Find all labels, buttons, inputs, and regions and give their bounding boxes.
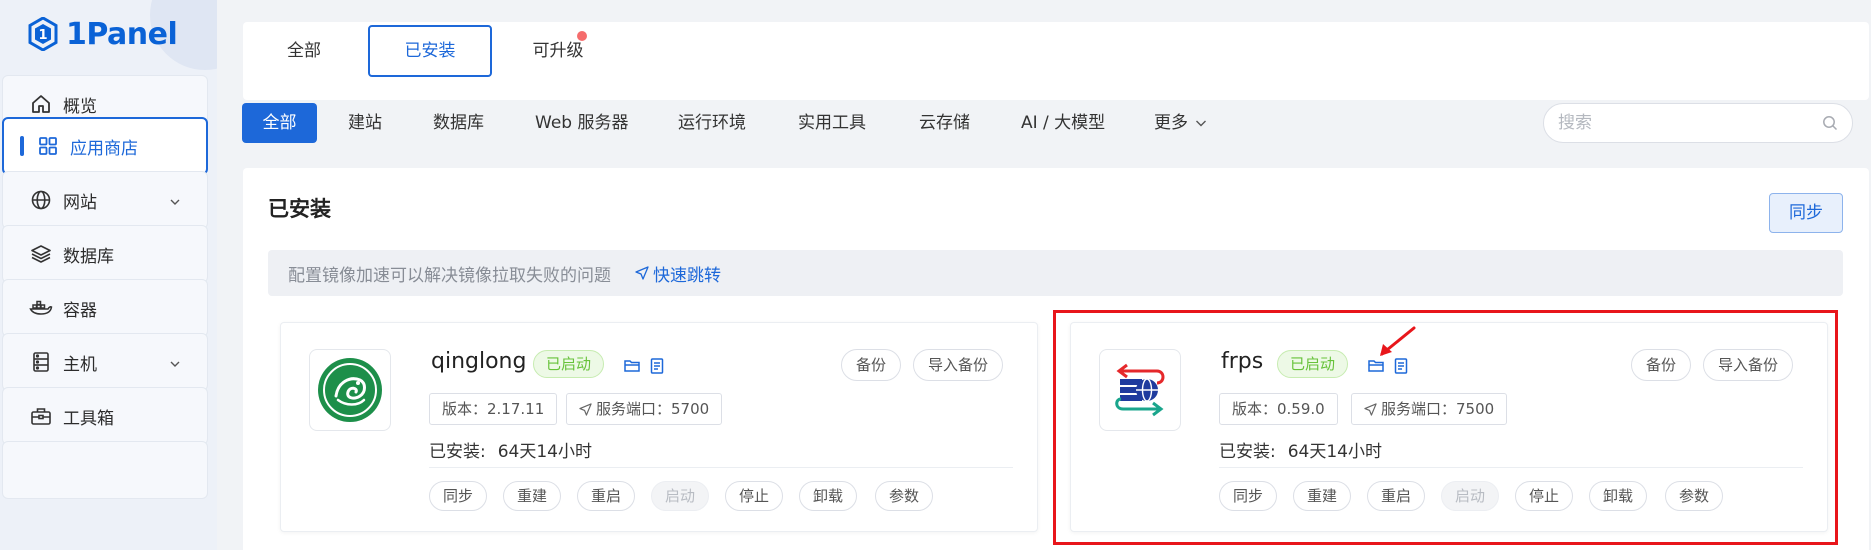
send-icon	[635, 266, 649, 280]
globe-icon	[29, 188, 53, 212]
status-badge: 已启动	[533, 350, 605, 378]
sidebar-item-label: 数据库	[63, 246, 114, 267]
sidebar-item-label: 概览	[63, 96, 97, 117]
app-logo[interactable]: 1 1Panel	[28, 10, 178, 58]
page-title: 已安装	[268, 197, 331, 221]
logo-text: 1Panel	[66, 16, 178, 52]
sync-button[interactable]: 同步	[1769, 193, 1843, 233]
category-all[interactable]: 全部	[242, 103, 317, 143]
sidebar-item-label: 容器	[63, 300, 97, 321]
search-input[interactable]	[1558, 113, 1822, 133]
service-port-tag[interactable]: 服务端口：5700	[566, 393, 723, 425]
upgrade-notification-dot	[577, 31, 587, 41]
sidebar-item-label: 应用商店	[70, 138, 138, 159]
app-card-qinglong: qinglong 已启动 备份 导入备份 版本：2.17.11 服务端口：570…	[280, 322, 1038, 532]
import-backup-button[interactable]: 导入备份	[913, 349, 1004, 381]
docker-icon	[29, 296, 53, 320]
start-button[interactable]: 启动	[651, 481, 710, 511]
quick-jump-link[interactable]: 快速跳转	[635, 261, 721, 286]
divider	[429, 467, 1013, 468]
sidebar-item-website[interactable]: 网站	[2, 171, 208, 229]
category-runtime[interactable]: 运行环境	[678, 103, 746, 143]
sidebar-item-label: 网站	[63, 192, 97, 213]
tab-installed[interactable]: 已安装	[368, 25, 492, 77]
version-text: 版本：2.17.11	[442, 400, 545, 418]
category-more-dropdown[interactable]: 更多	[1154, 103, 1208, 143]
sidebar: 1 1Panel 概览 应用商店 网站 数据库 容器 主机 工具箱	[0, 0, 217, 550]
sidebar-item-app-store[interactable]: 应用商店	[2, 117, 208, 175]
home-icon	[29, 92, 53, 116]
mirror-notice: 配置镜像加速可以解决镜像拉取失败的问题 快速跳转	[268, 250, 1843, 296]
backup-button[interactable]: 备份	[841, 349, 902, 381]
server-icon	[29, 350, 53, 374]
category-database[interactable]: 数据库	[433, 103, 484, 143]
category-website[interactable]: 建站	[348, 103, 382, 143]
toolbox-icon	[29, 404, 53, 428]
search-icon[interactable]	[1822, 115, 1838, 131]
layers-icon	[29, 242, 53, 266]
chevron-down-icon	[169, 193, 181, 213]
chevron-down-icon	[1196, 120, 1206, 127]
category-tools[interactable]: 实用工具	[798, 103, 866, 143]
installed-duration: 已安装: 64天14小时	[429, 437, 592, 462]
notice-text: 配置镜像加速可以解决镜像拉取失败的问题	[288, 265, 611, 286]
port-text: 服务端口：5700	[596, 400, 710, 418]
sidebar-item-toolbox[interactable]: 工具箱	[2, 387, 208, 445]
grid-icon	[36, 134, 60, 158]
category-more-label: 更多	[1154, 113, 1188, 133]
sidebar-item-label: 主机	[63, 354, 97, 375]
sidebar-item-host[interactable]: 主机	[2, 333, 208, 391]
svg-text:1: 1	[38, 28, 47, 43]
chevron-down-icon	[169, 355, 181, 375]
category-cloud-storage[interactable]: 云存储	[919, 103, 970, 143]
params-button[interactable]: 参数	[875, 481, 934, 511]
search-box	[1543, 103, 1853, 143]
installed-label: 已安装:	[429, 442, 486, 462]
send-icon	[579, 402, 592, 416]
quick-jump-label: 快速跳转	[653, 265, 721, 286]
active-indicator	[20, 136, 24, 156]
category-ai[interactable]: AI / 大模型	[1021, 103, 1105, 143]
category-web-server[interactable]: Web 服务器	[535, 103, 628, 143]
installed-value: 64天14小时	[497, 442, 592, 462]
stop-button[interactable]: 停止	[725, 481, 784, 511]
restart-button[interactable]: 重启	[577, 481, 636, 511]
tab-upgradable-label: 可升级	[532, 41, 584, 61]
rebuild-button[interactable]: 重建	[503, 481, 562, 511]
log-file-icon[interactable]	[648, 357, 666, 375]
sidebar-item-database[interactable]: 数据库	[2, 225, 208, 283]
version-tag: 版本：2.17.11	[429, 393, 558, 425]
annotation-highlight-box	[1053, 310, 1838, 545]
uninstall-button[interactable]: 卸载	[799, 481, 858, 511]
sidebar-item-more[interactable]	[2, 441, 208, 499]
folder-icon[interactable]	[623, 357, 641, 375]
sync-app-button[interactable]: 同步	[429, 481, 488, 511]
tab-all[interactable]: 全部	[263, 25, 345, 77]
qinglong-app-logo	[309, 349, 391, 431]
logo-icon: 1	[28, 17, 58, 51]
install-filter-tabs: 全部 已安装 可升级	[243, 22, 1869, 100]
app-name[interactable]: qinglong	[431, 349, 526, 374]
sidebar-item-label: 工具箱	[63, 408, 114, 429]
sidebar-item-container[interactable]: 容器	[2, 279, 208, 337]
tab-upgradable[interactable]: 可升级	[513, 25, 603, 77]
annotation-arrow-icon	[1380, 326, 1416, 356]
